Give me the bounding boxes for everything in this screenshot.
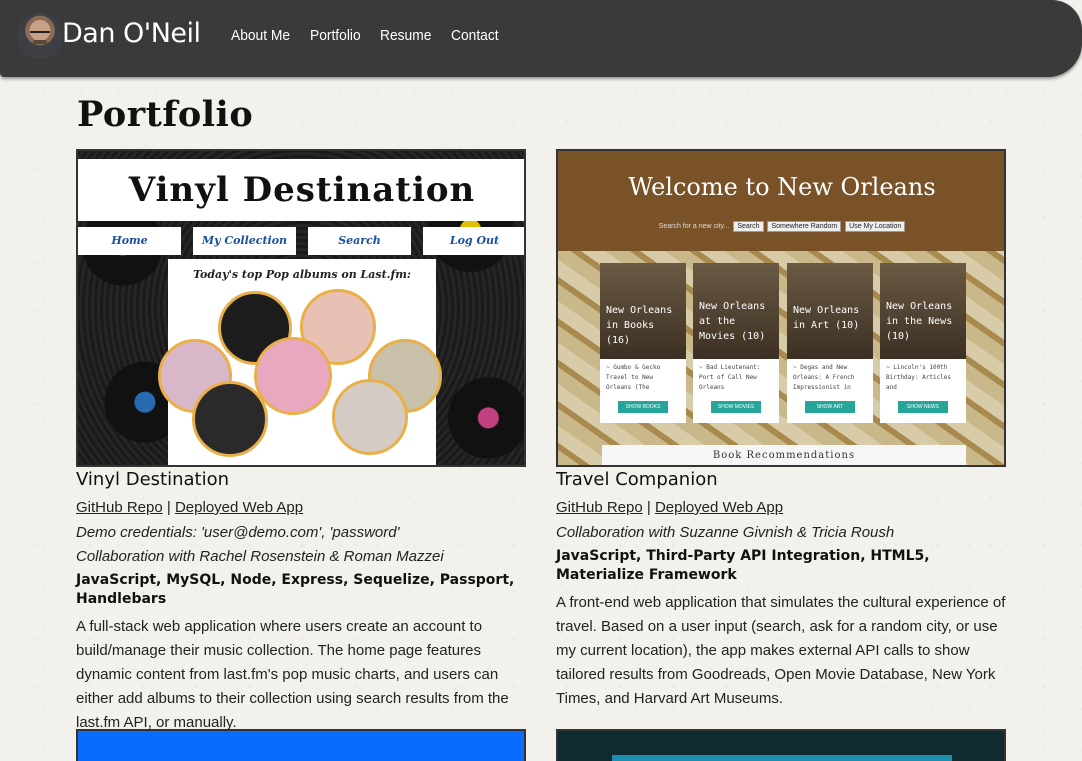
avatar[interactable] xyxy=(17,13,63,59)
screenshot-card-button: SHOW MOVIES xyxy=(711,401,761,413)
nav-link-portfolio[interactable]: Portfolio xyxy=(310,27,361,44)
screenshot-panel-title: Today's top Pop albums on Last.fm: xyxy=(193,268,411,281)
screenshot-header: Vinyl Destination xyxy=(78,159,524,221)
nav-link-contact[interactable]: Contact xyxy=(451,27,499,44)
screenshot-card-image: New Orleans in Books (16) xyxy=(600,263,686,359)
nav-links: About Me Portfolio Resume Contact xyxy=(231,27,518,44)
deployed-app-link[interactable]: Deployed Web App xyxy=(175,499,303,516)
project-description: A full-stack web application where users… xyxy=(76,618,509,731)
screenshot-nav-logout: Log Out xyxy=(423,227,524,255)
album-art xyxy=(254,337,332,415)
nav-link-about[interactable]: About Me xyxy=(231,27,290,44)
link-separator: | xyxy=(166,499,171,516)
screenshot-panel: Today's top Pop albums on Last.fm: xyxy=(158,259,442,465)
screenshot-card-button: SHOW ART xyxy=(805,401,855,413)
project-title: Vinyl Destination xyxy=(76,469,229,490)
screenshot-collage-background: New Orleans in Books (16) ~ Gumbo & Geck… xyxy=(558,251,1004,465)
screenshot-card-overlay: New Orleans in Art (10) xyxy=(793,305,860,331)
screenshot-card-overlay: New Orleans in the News (10) xyxy=(886,301,953,342)
tech-stack: JavaScript, MySQL, Node, Express, Sequel… xyxy=(76,572,515,607)
avatar-mustache xyxy=(33,40,47,44)
collaboration-note: Collaboration with Rachel Rosenstein & R… xyxy=(76,548,444,565)
deployed-app-link[interactable]: Deployed Web App xyxy=(655,499,783,516)
screenshot-card-news: New Orleans in the News (10) ~ Lincoln's… xyxy=(880,263,966,423)
screenshot-card-snippet: ~ Bad Lieutenant: Port of Call New Orlea… xyxy=(699,364,761,391)
screenshot-search-text: Search for a new city... xyxy=(658,223,730,230)
github-repo-link[interactable]: GitHub Repo xyxy=(76,499,163,516)
screenshot-card-snippet: ~ Lincoln's 100th Birthday: Articles and xyxy=(886,364,952,391)
link-separator: | xyxy=(646,499,651,516)
screenshot-nav-home: Home xyxy=(78,227,181,255)
project-links: GitHub Repo | Deployed Web App xyxy=(76,499,526,521)
page-title: Portfolio xyxy=(77,94,254,135)
project-links: GitHub Repo | Deployed Web App xyxy=(556,499,1006,521)
screenshot-banner xyxy=(612,755,952,761)
project-card-vinyl: Vinyl Destination Home My Collection Sea… xyxy=(76,149,526,735)
avatar-glasses xyxy=(30,31,50,36)
screenshot-card-image: New Orleans in Art (10) xyxy=(787,263,873,359)
screenshot-card-image: New Orleans in the News (10) xyxy=(880,263,966,359)
screenshot-card-button: SHOW BOOKS xyxy=(618,401,668,413)
project-screenshot-vinyl[interactable]: Vinyl Destination Home My Collection Sea… xyxy=(76,149,526,467)
album-art xyxy=(332,379,408,455)
screenshot-nav-collection: My Collection xyxy=(193,227,296,255)
project-card-travel: Welcome to New Orleans Search for a new … xyxy=(556,149,1006,711)
project-screenshot-travel[interactable]: Welcome to New Orleans Search for a new … xyxy=(556,149,1006,467)
nav-link-resume[interactable]: Resume xyxy=(380,27,431,44)
demo-credentials: Demo credentials: 'user@demo.com', 'pass… xyxy=(76,524,400,541)
screenshot-location-button: Use My Location xyxy=(845,221,906,232)
screenshot-top-banner xyxy=(558,151,1004,251)
collaboration-note: Collaboration with Suzanne Givnish & Tri… xyxy=(556,524,895,541)
screenshot-card-art: New Orleans in Art (10) ~ Degas and New … xyxy=(787,263,873,423)
screenshot-card-button: SHOW NEWS xyxy=(898,401,948,413)
project-title: Travel Companion xyxy=(556,469,718,490)
screenshot-card-books: New Orleans in Books (16) ~ Gumbo & Geck… xyxy=(600,263,686,423)
navbar: Dan O'Neil About Me Portfolio Resume Con… xyxy=(0,0,1082,77)
screenshot-card-movies: New Orleans at the Movies (10) ~ Bad Lie… xyxy=(693,263,779,423)
tech-stack: JavaScript, Third-Party API Integration,… xyxy=(556,548,930,583)
project-screenshot-next-right[interactable] xyxy=(556,729,1006,761)
screenshot-card-snippet: ~ Gumbo & Gecko Travel to New Orleans (T… xyxy=(606,364,661,391)
github-repo-link[interactable]: GitHub Repo xyxy=(556,499,643,516)
screenshot-header: Welcome to New Orleans xyxy=(628,173,936,201)
project-description: A front-end web application that simulat… xyxy=(556,594,1006,707)
screenshot-nav-search: Search xyxy=(308,227,411,255)
album-art xyxy=(192,381,268,457)
screenshot-search-bar: Search for a new city... Search Somewher… xyxy=(558,221,1004,232)
screenshot-search-button: Search xyxy=(733,221,764,232)
screenshot-random-button: Somewhere Random xyxy=(767,221,842,232)
brand-name[interactable]: Dan O'Neil xyxy=(62,18,201,49)
project-screenshot-next-left[interactable] xyxy=(76,729,526,761)
screenshot-nav: Home My Collection Search Log Out xyxy=(78,227,524,255)
screenshot-card-overlay: New Orleans in Books (16) xyxy=(606,305,673,346)
screenshot-card-snippet: ~ Degas and New Orleans: A French Impres… xyxy=(793,364,855,391)
screenshot-footer: Book Recommendations xyxy=(602,445,966,465)
screenshot-card-image: New Orleans at the Movies (10) xyxy=(693,263,779,359)
screenshot-card-overlay: New Orleans at the Movies (10) xyxy=(699,301,766,342)
